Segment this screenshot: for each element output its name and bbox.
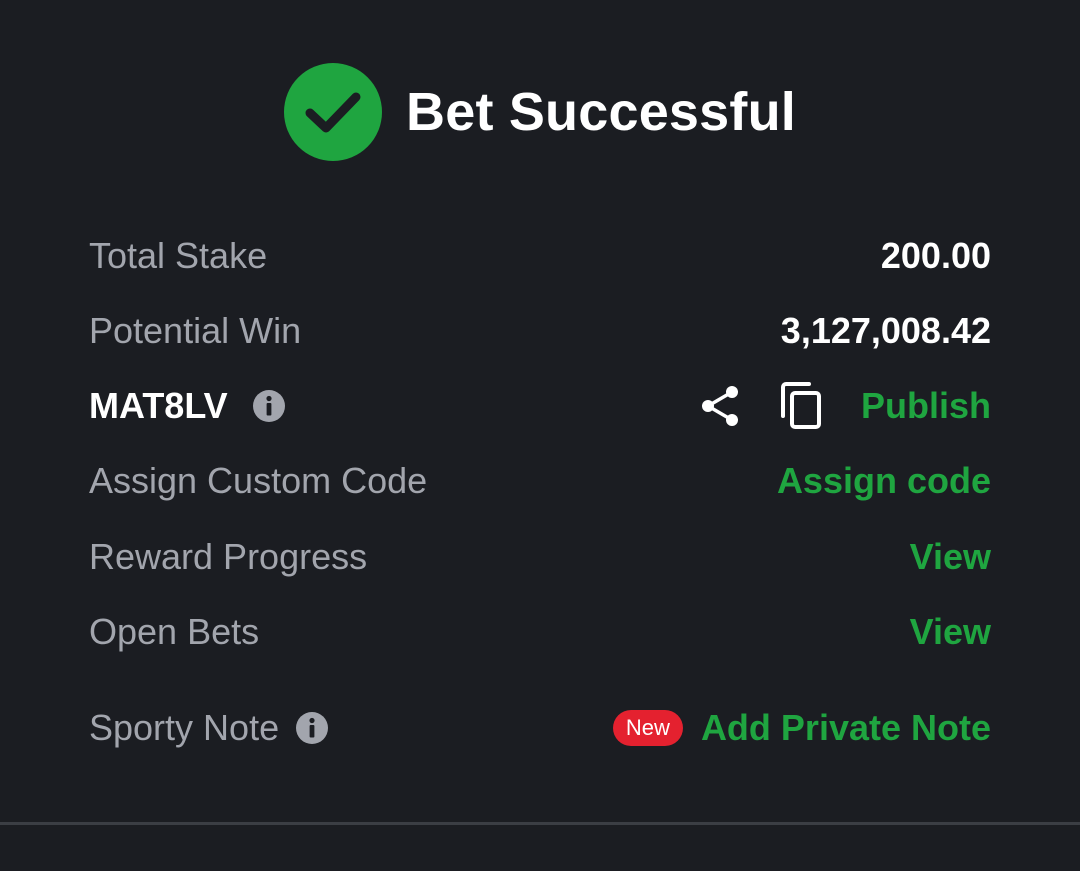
- sporty-note-row: Sporty Note New Add Private Note: [89, 698, 991, 758]
- assign-custom-code-label: Assign Custom Code: [89, 460, 428, 501]
- assign-code-link[interactable]: Assign code: [777, 460, 991, 502]
- info-icon[interactable]: [252, 389, 286, 423]
- open-bets-view-link[interactable]: View: [910, 611, 991, 653]
- check-circle-icon: [284, 63, 383, 161]
- bet-success-header: Bet Successful: [0, 62, 1080, 162]
- booking-code: MAT8LV: [89, 385, 228, 426]
- copy-icon[interactable]: [779, 382, 823, 430]
- add-private-note-link[interactable]: Add Private Note: [701, 707, 991, 749]
- share-icon[interactable]: [699, 384, 741, 428]
- total-stake-label: Total Stake: [89, 235, 268, 276]
- potential-win-value: 3,127,008.42: [780, 310, 991, 351]
- new-badge: New: [612, 710, 683, 746]
- reward-progress-row: Reward Progress View: [89, 527, 991, 587]
- booking-code-wrapper: MAT8LV: [89, 385, 286, 427]
- booking-actions: Publish: [699, 382, 991, 430]
- booking-code-row: MAT8LV Publish: [89, 376, 991, 436]
- reward-progress-view-link[interactable]: View: [910, 536, 991, 578]
- sporty-note-wrapper: Sporty Note: [89, 707, 329, 749]
- page-title: Bet Successful: [406, 82, 796, 142]
- bet-success-screen: Bet Successful Total Stake 200.00 Potent…: [0, 0, 1080, 871]
- info-icon[interactable]: [295, 711, 329, 745]
- divider: [0, 822, 1080, 825]
- potential-win-label: Potential Win: [89, 310, 302, 351]
- open-bets-row: Open Bets View: [89, 602, 991, 662]
- publish-link[interactable]: Publish: [861, 385, 991, 427]
- note-actions: New Add Private Note: [612, 707, 991, 749]
- reward-progress-label: Reward Progress: [89, 536, 368, 577]
- total-stake-value: 200.00: [880, 235, 991, 276]
- sporty-note-label: Sporty Note: [89, 707, 280, 748]
- potential-win-row: Potential Win 3,127,008.42: [89, 301, 991, 361]
- total-stake-row: Total Stake 200.00: [89, 226, 991, 286]
- open-bets-label: Open Bets: [89, 611, 260, 652]
- assign-custom-code-row: Assign Custom Code Assign code: [89, 451, 991, 511]
